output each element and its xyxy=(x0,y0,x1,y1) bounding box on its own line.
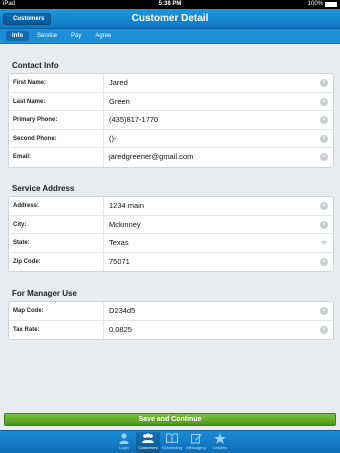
city-field[interactable]: Mckinney xyxy=(109,216,141,234)
tab-agree[interactable]: Agree xyxy=(89,31,117,41)
field-label: Map Code: xyxy=(13,308,44,314)
zip-code-field[interactable]: 75071 xyxy=(109,253,130,271)
tab-service[interactable]: Service xyxy=(31,31,63,41)
clear-icon[interactable]: × xyxy=(320,220,328,229)
second-phone-field[interactable]: ()- xyxy=(109,130,117,148)
clear-icon[interactable]: × xyxy=(320,153,328,161)
contact-section-title: Contact Info xyxy=(12,61,59,70)
service-group: Address: 1234 main × City: Mckinney × St… xyxy=(8,196,334,272)
clear-icon[interactable]: × xyxy=(320,79,328,87)
zip-row: Zip Code: 75071 × xyxy=(9,252,333,271)
first-name-row: First Name: Jared × xyxy=(9,74,333,93)
email-row: Email: jaredgreener@gmail.com × xyxy=(9,148,333,167)
tax-rate-row: Tax Rate: 0.0825 × xyxy=(9,320,333,339)
address-field[interactable]: 1234 main xyxy=(109,197,144,215)
clock: 5:38 PM xyxy=(158,1,182,7)
clear-icon[interactable]: × xyxy=(320,202,328,210)
service-section-title: Service Address xyxy=(12,184,75,193)
first-name-field[interactable]: Jared xyxy=(109,74,128,92)
compose-icon xyxy=(184,432,208,444)
tab-leaders[interactable]: Leaders xyxy=(208,432,232,453)
state-row: State: Texas xyxy=(9,234,333,253)
tab-customers[interactable]: Customers xyxy=(136,432,160,453)
field-label: Primary Phone: xyxy=(13,117,58,123)
tab-scheduling[interactable]: Scheduling xyxy=(160,432,184,453)
status-bar: iPad 5:38 PM 100% xyxy=(0,0,340,9)
clear-icon[interactable]: × xyxy=(320,257,328,266)
star-icon xyxy=(208,432,232,444)
person-icon xyxy=(112,432,136,444)
tab-login[interactable]: Login xyxy=(112,432,136,453)
manager-section-title: For Manager Use xyxy=(12,289,77,298)
group-icon xyxy=(136,432,160,444)
clear-icon[interactable]: × xyxy=(320,134,328,143)
field-label: Address: xyxy=(13,203,40,209)
clear-icon[interactable]: × xyxy=(320,307,328,315)
battery-indicator: 100% xyxy=(308,0,337,9)
tab-info[interactable]: Info xyxy=(6,31,29,41)
city-row: City: Mckinney × xyxy=(9,215,333,234)
book-icon xyxy=(160,432,184,444)
clear-icon[interactable]: × xyxy=(320,97,328,106)
field-label: Second Phone: xyxy=(13,135,57,142)
page-title: Customer Detail xyxy=(131,13,209,24)
contact-group: First Name: Jared × Last Name: Green × P… xyxy=(8,73,334,168)
chevron-down-icon[interactable] xyxy=(321,241,327,245)
field-label: Tax Rate: xyxy=(13,326,40,333)
field-label: State: xyxy=(13,240,30,246)
map-code-row: Map Code: D234d5 × xyxy=(9,302,333,321)
section-tabs: Info Service Pay Agree xyxy=(0,29,340,44)
address-row: Address: 1234 main × xyxy=(9,197,333,216)
field-label: Email: xyxy=(13,154,32,160)
state-select[interactable]: Texas xyxy=(109,234,129,252)
email-field[interactable]: jaredgreener@gmail.com xyxy=(109,148,193,166)
navigation-bar: Customers Customer Detail xyxy=(0,9,340,29)
clear-icon[interactable]: × xyxy=(320,325,328,334)
battery-icon xyxy=(325,2,337,7)
tax-rate-field[interactable]: 0.0825 xyxy=(109,321,132,339)
field-label: First Name: xyxy=(13,80,47,86)
manager-group: Map Code: D234d5 × Tax Rate: 0.0825 × xyxy=(8,301,334,340)
field-label: Last Name: xyxy=(13,98,46,105)
primary-phone-field[interactable]: (435)817-1770 xyxy=(109,111,158,129)
bottom-tab-bar: Login Customers Scheduling Messaging Lea… xyxy=(0,430,340,453)
map-code-field[interactable]: D234d5 xyxy=(109,302,135,320)
battery-percent: 100% xyxy=(307,1,323,7)
clear-icon[interactable]: × xyxy=(320,116,328,124)
tab-messaging[interactable]: Messaging xyxy=(184,432,208,453)
field-label: City: xyxy=(13,221,27,228)
primary-phone-row: Primary Phone: (435)817-1770 × xyxy=(9,111,333,130)
last-name-field[interactable]: Green xyxy=(109,93,130,111)
field-label: Zip Code: xyxy=(13,258,41,265)
tab-pay[interactable]: Pay xyxy=(65,31,87,41)
last-name-row: Last Name: Green × xyxy=(9,92,333,111)
save-and-continue-button[interactable]: Save and Continue xyxy=(4,413,336,426)
second-phone-row: Second Phone: ()- × xyxy=(9,129,333,148)
